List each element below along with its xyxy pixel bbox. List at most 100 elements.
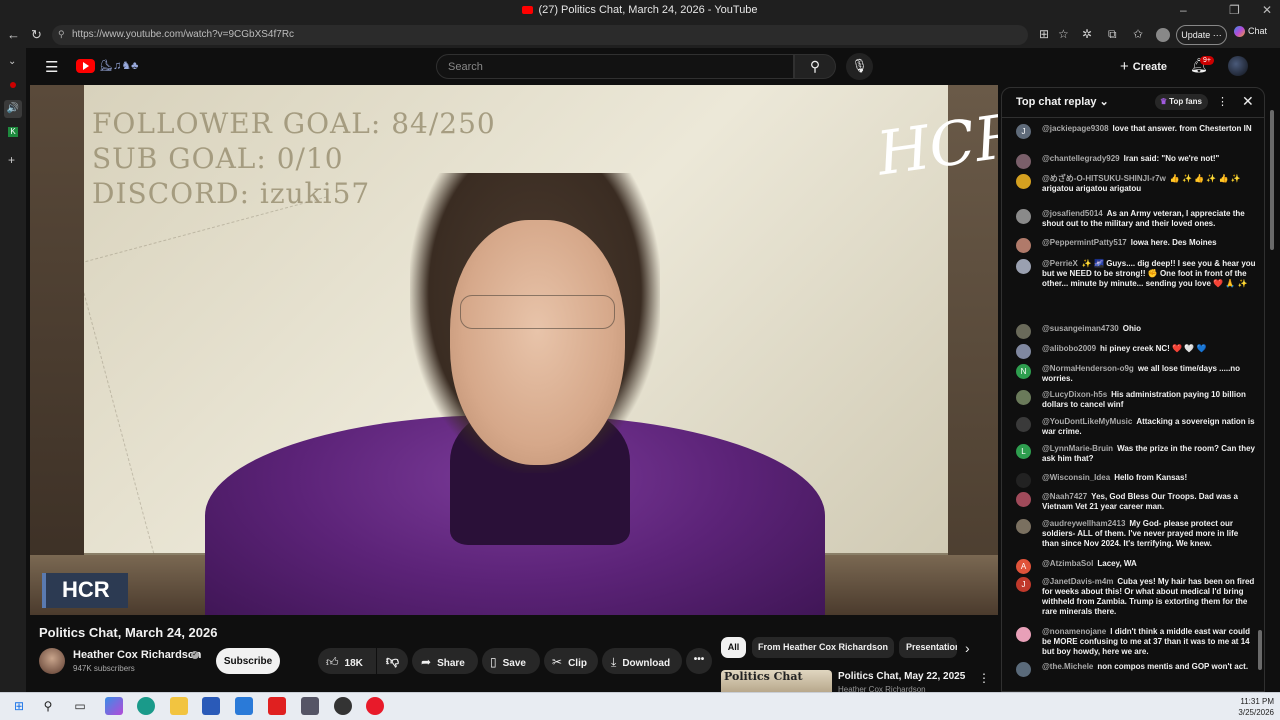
back-arrow-icon[interactable]: ← bbox=[7, 27, 20, 42]
chat-author-name[interactable]: @AtzimbaSol bbox=[1042, 559, 1093, 568]
chat-close-icon[interactable]: ✕ bbox=[1242, 93, 1254, 110]
chat-mode-dropdown[interactable]: Top chat replay ⌄ bbox=[1016, 95, 1109, 108]
copilot-chat-button[interactable]: Chat bbox=[1234, 26, 1267, 38]
chat-author-avatar[interactable] bbox=[1016, 209, 1031, 224]
windows-start-icon[interactable]: ⊞ bbox=[10, 697, 28, 715]
chat-author-avatar[interactable]: N bbox=[1016, 364, 1031, 379]
chat-message[interactable]: @josafiend5014 As an Army veteran, I appr… bbox=[1016, 209, 1256, 229]
chat-more-options-icon[interactable]: ⋮ bbox=[1217, 95, 1228, 108]
edge-browser-icon[interactable] bbox=[137, 697, 155, 715]
chip-presentations[interactable]: Presentations bbox=[899, 637, 957, 658]
doodle-logo-icon[interactable]: ⛸♫♞♣ bbox=[99, 59, 138, 72]
chat-author-name[interactable]: @めざめ-O-HITSUKU-SHINJI-r7w bbox=[1042, 174, 1166, 183]
kick-tab-icon[interactable]: K bbox=[8, 127, 18, 137]
chat-message[interactable]: @alibobo2009 hi piney creek NC! ❤️ 🤍 💙 bbox=[1016, 344, 1256, 359]
chat-author-avatar[interactable] bbox=[1016, 417, 1031, 432]
chat-author-avatar[interactable]: J bbox=[1016, 124, 1031, 139]
top-fans-button[interactable]: ♛ Top fans bbox=[1155, 94, 1208, 110]
chat-message[interactable]: @Naah7427 Yes, God Bless Our Troops. Dad … bbox=[1016, 492, 1256, 512]
youtube-sidebar-tab-icon[interactable] bbox=[10, 82, 16, 88]
related-video-thumbnail[interactable]: Politics Chat bbox=[721, 670, 832, 692]
taskbar-search-icon[interactable]: ⚲ bbox=[39, 697, 57, 715]
download-button[interactable]: ⤓ Download bbox=[602, 648, 682, 674]
mail-icon[interactable] bbox=[235, 697, 253, 715]
chat-author-avatar[interactable] bbox=[1016, 174, 1031, 189]
chat-author-name[interactable]: @NormaHenderson-o9g bbox=[1042, 364, 1134, 373]
copilot-taskbar-icon[interactable] bbox=[105, 697, 123, 715]
page-scrollbar-thumb[interactable] bbox=[1270, 110, 1274, 250]
more-actions-button[interactable]: ••• bbox=[686, 648, 712, 674]
chat-message[interactable]: @audreywellham2413 My God- please protect… bbox=[1016, 519, 1256, 549]
opera-browser-icon[interactable] bbox=[366, 697, 384, 715]
favorites-icon[interactable]: ✩ bbox=[1133, 27, 1143, 41]
chat-author-avatar[interactable] bbox=[1016, 238, 1031, 253]
chat-author-avatar[interactable]: A bbox=[1016, 559, 1031, 574]
clip-button[interactable]: ✂ Clip bbox=[544, 648, 598, 674]
youtube-app-icon[interactable] bbox=[268, 697, 286, 715]
extensions-icon[interactable]: ✲ bbox=[1082, 27, 1092, 41]
chat-author-name[interactable]: @LucyDixon-h5s bbox=[1042, 390, 1107, 399]
maximize-button[interactable]: ❐ bbox=[1229, 3, 1240, 17]
microsoft-store-icon[interactable] bbox=[202, 697, 220, 715]
chat-author-name[interactable]: @PerrieX bbox=[1042, 259, 1078, 268]
update-button[interactable]: Update ⋯ bbox=[1176, 25, 1227, 45]
chat-message[interactable]: L @LynnMarie-Bruin Was the prize in the ro… bbox=[1016, 444, 1256, 464]
chat-author-avatar[interactable] bbox=[1016, 344, 1031, 359]
chat-message[interactable]: A @AtzimbaSol Lacey, WA bbox=[1016, 559, 1256, 574]
dislike-button[interactable]: 👎︎ bbox=[377, 648, 408, 674]
system-clock[interactable]: 11:31 PM 3/25/2026 bbox=[1230, 696, 1274, 718]
chat-author-name[interactable]: @YouDontLikeMyMusic bbox=[1042, 417, 1132, 426]
chat-author-name[interactable]: @susangeiman4730 bbox=[1042, 324, 1119, 333]
chat-message[interactable]: @LucyDixon-h5s His administration paying … bbox=[1016, 390, 1256, 410]
search-input[interactable]: Search bbox=[436, 54, 794, 79]
channel-avatar[interactable] bbox=[39, 648, 65, 674]
chat-author-name[interactable]: @josafiend5014 bbox=[1042, 209, 1103, 218]
chat-author-name[interactable]: @the.Michele bbox=[1042, 662, 1093, 671]
hamburger-menu-icon[interactable]: ☰ bbox=[45, 58, 58, 76]
chips-next-chevron-icon[interactable]: › bbox=[965, 640, 970, 656]
chat-message[interactable]: @めざめ-O-HITSUKU-SHINJI-r7w 👍 ✨ 👍 ✨ 👍 ✨ ari… bbox=[1016, 174, 1256, 194]
chat-message[interactable]: @susangeiman4730 Ohio bbox=[1016, 324, 1256, 339]
chip-from-channel[interactable]: From Heather Cox Richardson bbox=[752, 637, 894, 658]
refresh-icon[interactable]: ↻ bbox=[31, 27, 42, 43]
chip-all[interactable]: All bbox=[721, 637, 746, 658]
save-button[interactable]: ▯ Save bbox=[482, 648, 540, 674]
share-button[interactable]: ➦ Share bbox=[412, 648, 478, 674]
chat-message[interactable]: J @jackiepage9308 love that answer. from C… bbox=[1016, 124, 1256, 139]
minimize-button[interactable]: – bbox=[1180, 3, 1187, 17]
chat-message[interactable]: N @NormaHenderson-o9g we all lose time/day… bbox=[1016, 364, 1256, 384]
tab-list-chevron-icon[interactable]: ⌄ bbox=[8, 56, 16, 67]
related-video-title[interactable]: Politics Chat, May 22, 2025 bbox=[838, 671, 965, 682]
profile-avatar-icon[interactable] bbox=[1156, 28, 1170, 42]
chat-author-name[interactable]: @LynnMarie-Bruin bbox=[1042, 444, 1113, 453]
chat-author-avatar[interactable] bbox=[1016, 519, 1031, 534]
search-button[interactable]: ⚲ bbox=[794, 54, 836, 79]
video-player[interactable]: FOLLOWER GOAL: 84/250 SUB GOAL: 0/10 DIS… bbox=[30, 85, 998, 615]
chat-author-avatar[interactable] bbox=[1016, 154, 1031, 169]
youtube-logo[interactable] bbox=[76, 59, 95, 73]
chat-author-avatar[interactable] bbox=[1016, 473, 1031, 488]
app-available-icon[interactable]: ⊞ bbox=[1039, 27, 1049, 41]
chat-author-avatar[interactable] bbox=[1016, 662, 1031, 677]
chat-author-avatar[interactable] bbox=[1016, 324, 1031, 339]
chat-message[interactable]: @PerrieX ✨ 🌌 Guys.... dig deep!! I see yo… bbox=[1016, 259, 1256, 289]
chat-message[interactable]: J @JanetDavis-m4m Cuba yes! My hair has be… bbox=[1016, 577, 1256, 617]
steam-icon[interactable] bbox=[334, 697, 352, 715]
chat-message[interactable]: @chantellegrady929 Iran said: "No we're n… bbox=[1016, 154, 1256, 169]
chat-message[interactable]: @YouDontLikeMyMusic Attacking a sovereign… bbox=[1016, 417, 1256, 437]
app-window-icon[interactable] bbox=[301, 697, 319, 715]
chat-author-avatar[interactable]: L bbox=[1016, 444, 1031, 459]
like-button[interactable]: 👍︎ 18K bbox=[318, 648, 376, 674]
chat-author-avatar[interactable] bbox=[1016, 259, 1031, 274]
chat-author-name[interactable]: @nonamenojane bbox=[1042, 627, 1106, 636]
chat-author-name[interactable]: @JanetDavis-m4m bbox=[1042, 577, 1113, 586]
account-avatar[interactable] bbox=[1228, 56, 1248, 76]
split-screen-icon[interactable]: ⧉ bbox=[1108, 27, 1117, 42]
chat-author-name[interactable]: @Wisconsin_Idea bbox=[1042, 473, 1110, 482]
chat-message[interactable]: @nonamenojane I didn't think a middle eas… bbox=[1016, 627, 1256, 657]
chat-author-avatar[interactable]: J bbox=[1016, 577, 1031, 592]
voice-search-button[interactable]: 🎙 bbox=[846, 53, 873, 80]
chat-scrollbar-thumb[interactable] bbox=[1258, 630, 1262, 670]
speaker-tab-icon[interactable]: 🔊 bbox=[4, 100, 22, 118]
favorite-star-icon[interactable]: ☆ bbox=[1058, 27, 1069, 41]
